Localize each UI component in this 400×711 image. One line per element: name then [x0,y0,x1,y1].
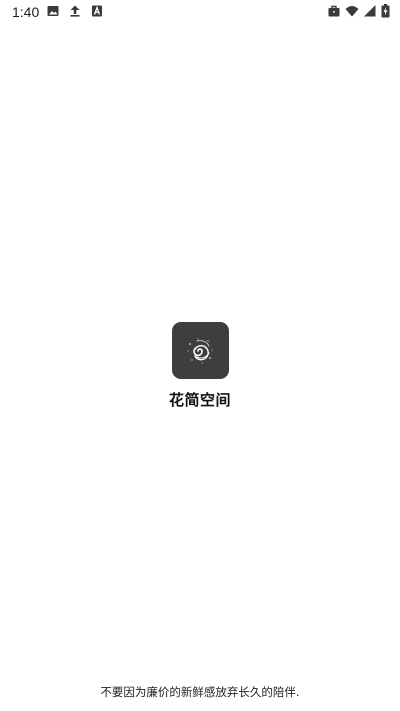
app-logo [171,322,229,379]
upload-icon [68,4,82,18]
image-icon [46,4,60,18]
status-notification-icons [46,4,104,18]
splash-content: 花简空间 [0,322,400,410]
slogan-text: 不要因为廉价的新鲜感放弃长久的陪伴. [100,685,300,699]
wifi-icon [345,4,359,18]
battery-charging-icon [381,4,390,18]
status-time: 1:40 [12,4,40,20]
app-name: 花简空间 [168,391,231,409]
status-bar: 1:40 [0,0,400,24]
font-icon [90,4,104,18]
signal-icon [363,4,377,18]
galaxy-spiral-icon [187,338,213,363]
briefcase-icon [327,4,341,18]
status-system-icons [327,4,390,18]
